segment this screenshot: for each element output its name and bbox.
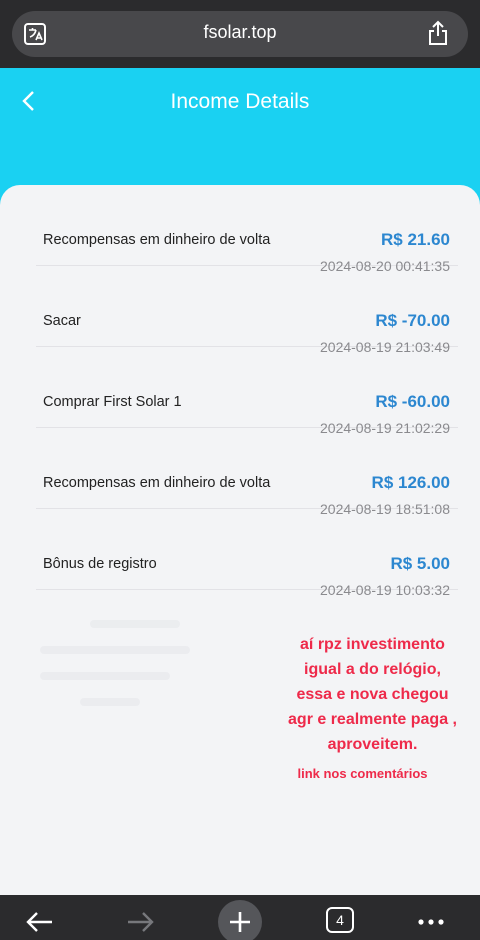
caption-line: aproveitem. — [327, 736, 418, 753]
browser-bottom-toolbar: 4 — [0, 895, 480, 940]
transaction-row[interactable]: Recompensas em dinheiro de volta R$ 21.6… — [36, 185, 458, 274]
transaction-label: Sacar — [43, 313, 81, 329]
faded-background-text — [40, 620, 200, 730]
transaction-label: Bônus de registro — [43, 556, 157, 572]
transaction-row[interactable]: Comprar First Solar 1 R$ -60.00 2024-08-… — [36, 347, 458, 436]
transaction-amount: R$ 21.60 — [381, 230, 450, 249]
arrow-right-icon[interactable] — [124, 895, 158, 940]
transaction-amount: R$ 5.00 — [390, 554, 450, 573]
transaction-time: 2024-08-19 10:03:32 — [320, 582, 450, 598]
browser-top-bar: fsolar.top — [0, 0, 480, 68]
transaction-label: Recompensas em dinheiro de volta — [43, 232, 271, 248]
caption-line: agr e realmente paga , — [288, 711, 457, 728]
more-dots-icon[interactable] — [414, 895, 448, 940]
overlay-link-note: link nos comentários — [297, 766, 428, 781]
caption-line: igual a do relógio, — [304, 661, 441, 678]
transaction-label: Recompensas em dinheiro de volta — [43, 475, 271, 491]
new-tab-button[interactable] — [218, 900, 262, 940]
transaction-row[interactable]: Recompensas em dinheiro de volta R$ 126.… — [36, 428, 458, 517]
transaction-amount: R$ -70.00 — [375, 311, 450, 330]
plus-icon — [230, 912, 250, 932]
transaction-label: Comprar First Solar 1 — [43, 394, 182, 410]
caption-line: essa e nova chegou — [296, 686, 449, 703]
caption-line: aí rpz investimento — [300, 636, 445, 653]
transaction-row[interactable]: Bônus de registro R$ 5.00 2024-08-19 10:… — [36, 509, 458, 598]
transaction-amount: R$ -60.00 — [375, 392, 450, 411]
share-icon[interactable] — [427, 20, 449, 46]
url-text[interactable]: fsolar.top — [0, 22, 480, 43]
income-list-card: Recompensas em dinheiro de volta R$ 21.6… — [0, 185, 480, 895]
page-title: Income Details — [170, 90, 310, 113]
transaction-amount: R$ 126.00 — [371, 473, 450, 492]
arrow-left-icon[interactable] — [22, 895, 56, 940]
transaction-row[interactable]: Sacar R$ -70.00 2024-08-19 21:03:49 — [36, 266, 458, 355]
overlay-caption: aí rpz investimento igual a do relógio, … — [270, 632, 475, 757]
tab-count-button[interactable]: 4 — [326, 907, 354, 933]
